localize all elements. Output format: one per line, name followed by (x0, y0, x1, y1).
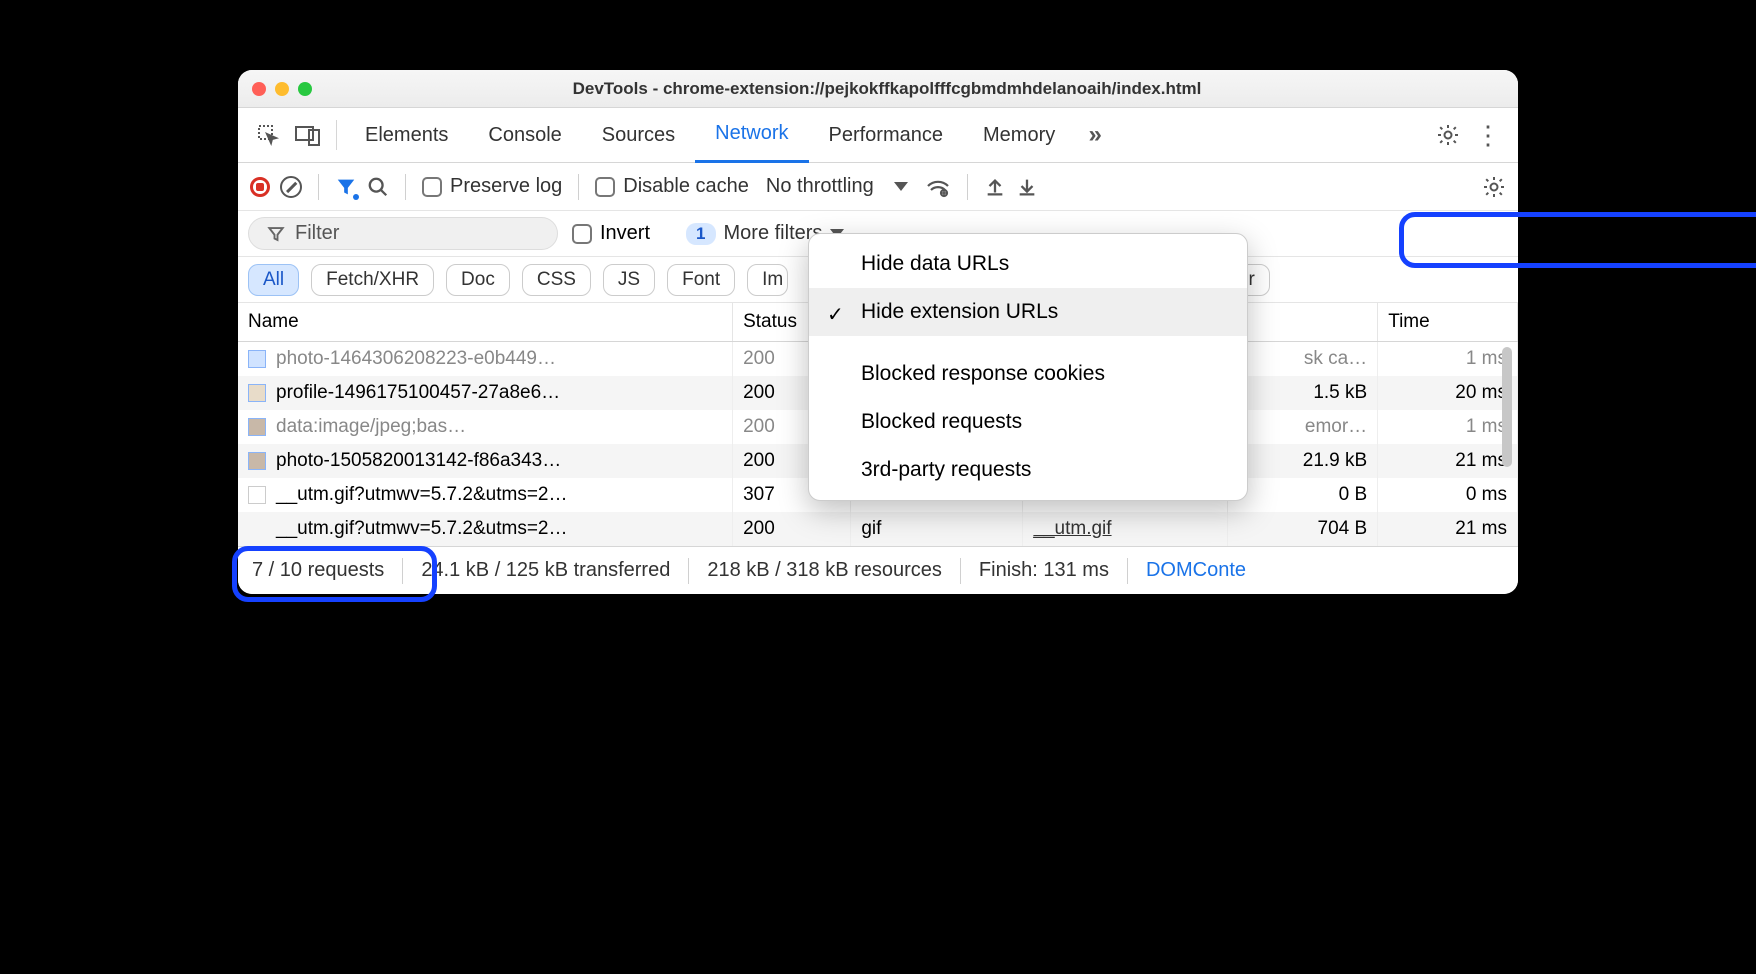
status-requests: 7 / 10 requests (252, 559, 384, 582)
request-time: 20 ms (1378, 376, 1518, 410)
request-status: 200 (733, 512, 851, 546)
status-finish: Finish: 131 ms (979, 559, 1109, 582)
device-toolbar-icon[interactable] (288, 115, 328, 155)
tab-sources[interactable]: Sources (582, 108, 695, 163)
tab-console[interactable]: Console (468, 108, 581, 163)
tab-performance[interactable]: Performance (809, 108, 964, 163)
scrollbar-thumb[interactable] (1502, 347, 1512, 467)
request-name: __utm.gif?utmwv=5.7.2&utms=2… (276, 518, 567, 539)
tab-elements[interactable]: Elements (345, 108, 468, 163)
request-name: data:image/jpeg;bas… (276, 416, 466, 437)
chip-fetch-xhr[interactable]: Fetch/XHR (311, 264, 434, 296)
request-size: 704 B (1227, 512, 1378, 546)
devtools-window: DevTools - chrome-extension://pejkokffka… (238, 70, 1518, 594)
request-time: 0 ms (1378, 478, 1518, 512)
request-size: 0 B (1227, 478, 1378, 512)
network-settings-gear-icon[interactable] (1482, 175, 1506, 199)
network-conditions-icon[interactable] (925, 176, 951, 198)
kebab-menu-icon[interactable]: ⋮ (1468, 115, 1508, 155)
search-icon[interactable] (367, 176, 389, 198)
request-time: 21 ms (1378, 444, 1518, 478)
request-name: __utm.gif?utmwv=5.7.2&utms=2… (276, 484, 567, 505)
request-type: gif (851, 512, 1023, 546)
titlebar: DevTools - chrome-extension://pejkokffka… (238, 70, 1518, 108)
request-name: photo-1505820013142-f86a343… (276, 450, 561, 471)
invert-label: Invert (600, 222, 650, 244)
request-time: 1 ms (1378, 410, 1518, 444)
filter-placeholder: Filter (295, 222, 339, 245)
close-window-button[interactable] (252, 82, 266, 96)
filter-input[interactable]: Filter (248, 217, 558, 250)
filter-toggle-icon[interactable] (335, 176, 357, 198)
clear-button[interactable] (280, 176, 302, 198)
chip-doc[interactable]: Doc (446, 264, 510, 296)
status-resources: 218 kB / 318 kB resources (707, 559, 942, 582)
inspect-element-icon[interactable] (248, 115, 288, 155)
chip-js[interactable]: JS (603, 264, 655, 296)
chip-font[interactable]: Font (667, 264, 735, 296)
request-name: profile-1496175100457-27a8e6… (276, 382, 560, 403)
throttling-value: No throttling (766, 175, 874, 198)
more-filters-popup: Hide data URLs ✓Hide extension URLs Bloc… (808, 233, 1248, 501)
request-time: 21 ms (1378, 512, 1518, 546)
request-time: 1 ms (1378, 342, 1518, 377)
col-header-name[interactable]: Name (238, 303, 733, 342)
filter-count-badge: 1 (686, 223, 715, 245)
upload-har-icon[interactable] (984, 176, 1006, 198)
caret-down-icon (894, 182, 908, 191)
preserve-log-label: Preserve log (450, 175, 562, 197)
request-size: 1.5 kB (1227, 376, 1378, 410)
request-name: photo-1464306208223-e0b449… (276, 348, 556, 369)
disable-cache-checkbox[interactable]: Disable cache (595, 175, 749, 198)
funnel-icon (267, 225, 285, 243)
popup-hide-data-urls[interactable]: Hide data URLs (809, 240, 1247, 288)
check-icon: ✓ (827, 302, 844, 327)
request-initiator: __utm.gif (1023, 512, 1227, 546)
network-toolbar: Preserve log Disable cache No throttling (238, 163, 1518, 211)
panel-tabs: Elements Console Sources Network Perform… (238, 108, 1518, 163)
status-domcontent: DOMConte (1146, 559, 1246, 582)
status-transferred: 24.1 kB / 125 kB transferred (421, 559, 670, 582)
request-size: 21.9 kB (1227, 444, 1378, 478)
col-header-size[interactable]: e (1227, 303, 1378, 342)
preserve-log-checkbox[interactable]: Preserve log (422, 175, 562, 198)
tabs-overflow-button[interactable]: » (1075, 115, 1115, 155)
request-size: sk ca… (1227, 342, 1378, 377)
request-grid-area: Name Status e Time photo-1464306208223-e… (238, 303, 1518, 546)
disable-cache-label: Disable cache (623, 175, 749, 197)
record-button[interactable] (250, 177, 270, 197)
popup-blocked-response-cookies[interactable]: Blocked response cookies (809, 350, 1247, 398)
popup-hide-extension-urls[interactable]: ✓Hide extension URLs (809, 288, 1247, 336)
window-title: DevTools - chrome-extension://pejkokffka… (270, 79, 1504, 99)
popup-3rd-party-requests[interactable]: 3rd-party requests (809, 446, 1247, 494)
status-bar: 7 / 10 requests 24.1 kB / 125 kB transfe… (238, 546, 1518, 594)
chip-img-truncated[interactable]: Im (747, 264, 788, 296)
throttling-select[interactable]: No throttling (759, 172, 915, 201)
settings-gear-icon[interactable] (1428, 115, 1468, 155)
chip-css[interactable]: CSS (522, 264, 591, 296)
invert-checkbox[interactable]: Invert (572, 222, 650, 245)
chip-all[interactable]: All (248, 264, 299, 296)
tab-network[interactable]: Network (695, 108, 808, 163)
col-header-time[interactable]: Time (1378, 303, 1518, 342)
tab-memory[interactable]: Memory (963, 108, 1075, 163)
table-row[interactable]: __utm.gif?utmwv=5.7.2&utms=2… 200gif__utm… (238, 512, 1518, 546)
download-har-icon[interactable] (1016, 176, 1038, 198)
request-size: emor… (1227, 410, 1378, 444)
popup-blocked-requests[interactable]: Blocked requests (809, 398, 1247, 446)
divider (336, 120, 337, 150)
